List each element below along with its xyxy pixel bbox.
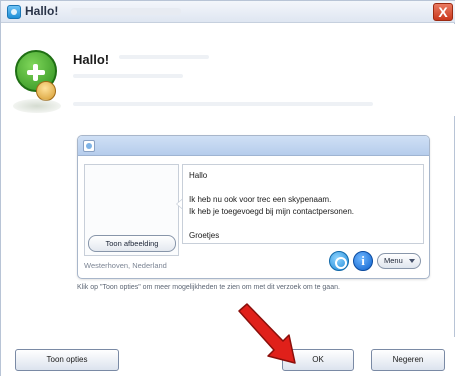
- request-message: Hallo Ik heb nu ook voor trec een skypen…: [182, 164, 424, 244]
- title-blur: [71, 8, 181, 15]
- card-header: [78, 136, 429, 156]
- close-button[interactable]: X: [433, 3, 453, 21]
- hint-text: Klik op "Toon opties" om meer mogelijkhe…: [77, 284, 340, 291]
- show-image-button[interactable]: Toon afbeelding: [88, 235, 176, 252]
- avatar-shadow: [13, 99, 61, 113]
- ignore-button[interactable]: Negeren: [371, 349, 445, 371]
- page-title: Hallo!: [73, 52, 110, 67]
- message-line: Ik heb nu ook voor trec een skypenaam.: [189, 195, 332, 204]
- blurred-text: [119, 55, 209, 59]
- contact-badge-icon: [36, 81, 56, 101]
- message-line: Hallo: [189, 171, 208, 180]
- contact-card-icon: [83, 140, 95, 152]
- button-bar: Toon opties OK Negeren: [1, 337, 455, 376]
- show-options-button[interactable]: Toon opties: [15, 349, 119, 371]
- hallo-dialog: Hallo! X Hallo! Toon afbeelding Westerho…: [0, 0, 455, 376]
- blurred-text: [73, 74, 183, 78]
- chevron-down-icon: [409, 259, 415, 263]
- ok-button[interactable]: OK: [282, 349, 354, 371]
- title-bar: Hallo! X: [1, 1, 455, 23]
- blurred-text: [73, 102, 373, 106]
- skype-icon: [7, 5, 21, 19]
- dialog-header: Hallo!: [1, 24, 455, 116]
- info-icon[interactable]: i: [353, 251, 373, 271]
- contact-location: Westerhoven, Nederland: [84, 261, 167, 270]
- contact-photo: Toon afbeelding: [84, 164, 179, 256]
- window-title: Hallo!: [25, 4, 59, 18]
- contact-request-card: Toon afbeelding Westerhoven, Nederland H…: [77, 135, 430, 279]
- message-line: Groetjes: [189, 231, 220, 240]
- message-line: Ik heb je toegevoegd bij mijn contactper…: [189, 207, 354, 216]
- menu-label: Menu: [384, 256, 403, 265]
- skype-icon[interactable]: [329, 251, 349, 271]
- menu-button[interactable]: Menu: [377, 253, 421, 269]
